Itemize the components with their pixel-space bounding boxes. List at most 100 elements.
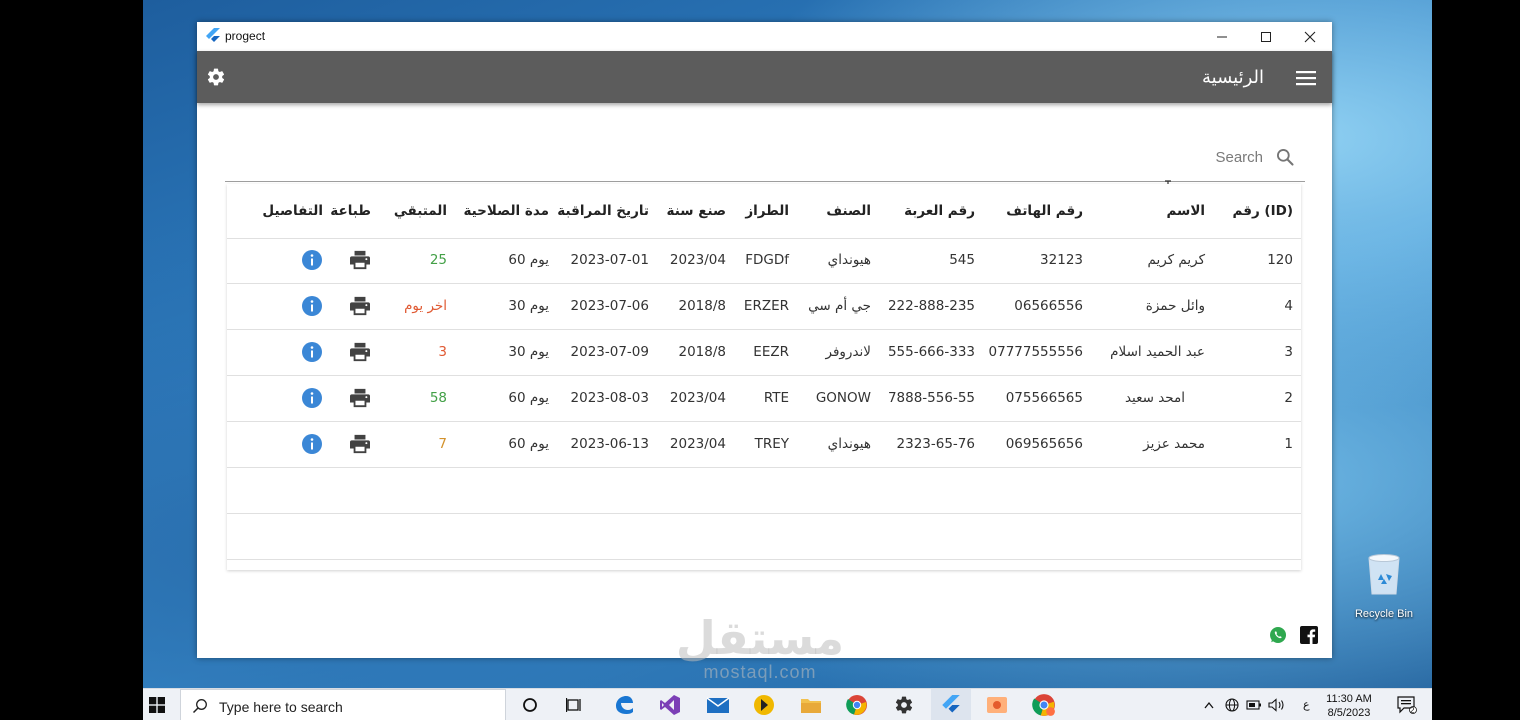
- notification-count: 2: [1410, 706, 1415, 715]
- flutter-logo-icon: [942, 695, 960, 713]
- battery-button[interactable]: [1245, 689, 1263, 720]
- close-button[interactable]: [1288, 22, 1332, 51]
- taskbar-app-media[interactable]: [977, 689, 1017, 720]
- header-id[interactable]: رقم (ID): [1233, 203, 1293, 219]
- table-empty-row: [227, 468, 1301, 514]
- taskbar-app-chrome-profile[interactable]: [1024, 689, 1064, 720]
- window-titlebar: progect: [197, 22, 1332, 52]
- gear-icon: [895, 696, 913, 714]
- cell-validity: 30 يوم: [508, 298, 549, 314]
- facebook-icon[interactable]: [1300, 626, 1318, 644]
- header-name[interactable]: الاسم: [1166, 203, 1205, 219]
- search-bar: [225, 134, 1305, 182]
- whatsapp-icon[interactable]: [1269, 626, 1287, 644]
- header-model[interactable]: الطراز: [745, 203, 789, 219]
- notification-center-button[interactable]: 2: [1393, 689, 1421, 720]
- taskbar-app-visual-studio[interactable]: [650, 689, 690, 720]
- chrome-icon: [846, 695, 867, 715]
- table-row[interactable]: 120 كريم كريم 32123 545 هيونداي FDGDf 20…: [227, 238, 1301, 284]
- cell-name: محمد عزيز: [1143, 436, 1205, 452]
- mail-icon: [706, 697, 730, 713]
- header-validity[interactable]: مدة الصلاحية: [463, 203, 549, 219]
- table-row[interactable]: 2 امحد سعيد 075566565 7888-556-55 GONOW …: [227, 376, 1301, 422]
- header-remaining[interactable]: المتبقي: [394, 203, 447, 219]
- mostaql-watermark: مستقل mostaql.com: [668, 614, 852, 688]
- cell-phone: 075566565: [1005, 390, 1083, 406]
- cell-class: هيونداي: [827, 436, 871, 452]
- taskbar-app-chrome[interactable]: [837, 689, 877, 720]
- header-monitor-date[interactable]: تاريخ المراقبة: [557, 203, 649, 219]
- details-button[interactable]: [301, 387, 323, 409]
- search-input[interactable]: [961, 142, 1265, 172]
- input-language-indicator[interactable]: ع: [1303, 698, 1310, 711]
- task-view-button[interactable]: [555, 689, 595, 720]
- taskbar-app-edge[interactable]: [604, 689, 644, 720]
- taskbar-search-input[interactable]: [217, 696, 491, 718]
- volume-button[interactable]: [1267, 689, 1287, 720]
- windows-taskbar: ع 11:30 AM 8/5/2023 2: [143, 688, 1432, 720]
- cell-phone: 06566556: [1014, 298, 1083, 314]
- cell-id: 2: [1284, 390, 1293, 406]
- cell-model: FDGDf: [745, 252, 789, 268]
- tray-expand-button[interactable]: [1201, 689, 1217, 720]
- taskbar-search-box[interactable]: [180, 689, 506, 720]
- table-row[interactable]: 3 عبد الحميد اسلام 07777555556 555-666-3…: [227, 330, 1301, 376]
- cell-validity: 60 يوم: [508, 252, 549, 268]
- cell-phone: 32123: [1040, 252, 1083, 268]
- search-icon[interactable]: [1275, 147, 1295, 167]
- speaker-icon: [1268, 698, 1284, 712]
- cell-class: هيونداي: [827, 252, 871, 268]
- folder-icon: [801, 699, 821, 713]
- start-button[interactable]: [143, 689, 171, 720]
- print-button[interactable]: [349, 342, 371, 362]
- cortana-button[interactable]: [510, 689, 550, 720]
- header-details[interactable]: التفاصيل: [262, 203, 323, 219]
- header-year[interactable]: صنع سنة: [667, 203, 726, 219]
- details-button[interactable]: [301, 341, 323, 363]
- print-button[interactable]: [349, 388, 371, 408]
- table-row[interactable]: 1 محمد عزيز 069565656 2323-65-76 هيونداي…: [227, 422, 1301, 468]
- header-car-number[interactable]: رقم العربة: [904, 203, 975, 219]
- taskbar-app-file-explorer[interactable]: [791, 689, 831, 720]
- taskbar-app-plex[interactable]: [744, 689, 784, 720]
- table-row[interactable]: 4 وائل حمزة 06566556 222-888-235 جي أم س…: [227, 284, 1301, 330]
- taskbar-app-settings[interactable]: [884, 689, 924, 720]
- menu-icon[interactable]: [1296, 70, 1316, 86]
- cell-phone: 07777555556: [988, 344, 1083, 360]
- details-button[interactable]: [301, 249, 323, 271]
- maximize-icon: [1261, 31, 1271, 42]
- info-icon: [302, 388, 322, 408]
- minimize-button[interactable]: [1200, 22, 1244, 51]
- details-button[interactable]: [301, 295, 323, 317]
- taskbar-clock[interactable]: 11:30 AM 8/5/2023: [1319, 692, 1379, 720]
- capture-border-left: [0, 0, 143, 720]
- network-button[interactable]: [1223, 689, 1241, 720]
- cell-id: 3: [1284, 344, 1293, 360]
- table-empty-row: [227, 514, 1301, 560]
- details-button[interactable]: [301, 433, 323, 455]
- maximize-button[interactable]: [1244, 22, 1288, 51]
- cell-car-number: 545: [949, 252, 975, 268]
- cell-remaining: اخر يوم: [404, 298, 447, 314]
- info-icon: [302, 342, 322, 362]
- cell-car-number: 7888-556-55: [887, 390, 975, 406]
- header-class[interactable]: الصنف: [826, 203, 871, 219]
- taskbar-app-flutter[interactable]: [931, 689, 971, 720]
- watermark-main: مستقل: [675, 611, 845, 665]
- print-button[interactable]: [349, 250, 371, 270]
- capture-border-right: [1432, 0, 1520, 720]
- print-icon: [350, 296, 370, 316]
- info-icon: [302, 250, 322, 270]
- taskbar-app-mail[interactable]: [698, 689, 738, 720]
- print-button[interactable]: [349, 296, 371, 316]
- recycle-bin-label: Recycle Bin: [1354, 608, 1414, 620]
- print-button[interactable]: [349, 434, 371, 454]
- cell-class: GONOW: [815, 390, 871, 406]
- header-print[interactable]: طباعة: [330, 203, 371, 219]
- header-phone[interactable]: رقم الهاتف: [1006, 203, 1083, 219]
- gear-icon[interactable]: [206, 67, 226, 87]
- cell-remaining: 7: [438, 436, 447, 452]
- flutter-logo-icon: [206, 28, 220, 42]
- cell-remaining: 25: [429, 252, 447, 268]
- recycle-bin-shortcut[interactable]: Recycle Bin: [1352, 550, 1416, 620]
